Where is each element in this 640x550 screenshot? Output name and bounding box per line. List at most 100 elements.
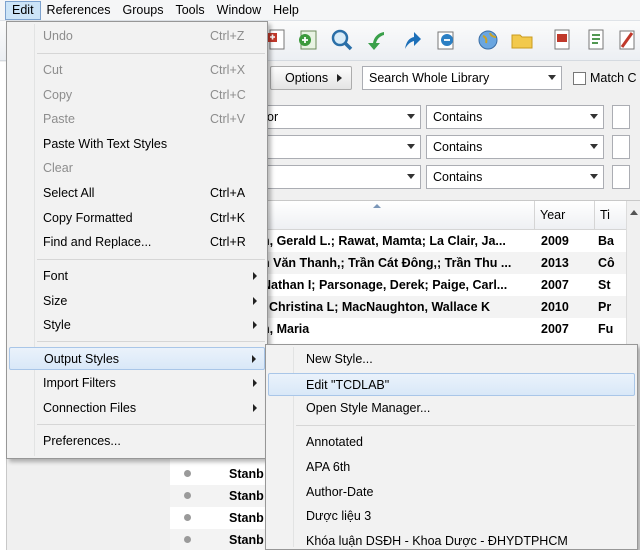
- row-year: 2013: [541, 256, 569, 270]
- menu-item-undo[interactable]: Undo Ctrl+Z: [9, 25, 265, 48]
- menu-separator: [37, 259, 265, 260]
- menu-item-label: Open Style Manager...: [306, 401, 431, 415]
- menu-item-paste[interactable]: Paste Ctrl+V: [9, 108, 265, 131]
- chevron-down-icon: [548, 75, 556, 80]
- row-author: Nathan I; Parsonage, Derek; Paige, Carl.…: [262, 278, 508, 292]
- menu-help[interactable]: Help: [267, 1, 305, 20]
- menu-item-label: Undo: [43, 29, 73, 43]
- menu-item-paste-with-text-styles[interactable]: Paste With Text Styles: [9, 133, 265, 156]
- row-year: 2007: [541, 278, 569, 292]
- menu-item-label: Style: [43, 318, 71, 332]
- menu-edit[interactable]: Edit: [5, 0, 41, 20]
- chevron-down-icon: [407, 174, 415, 179]
- column-header-year[interactable]: Year: [534, 201, 594, 230]
- menu-item-font[interactable]: Font: [9, 265, 265, 288]
- menu-item-shortcut: Ctrl+A: [210, 186, 246, 200]
- search-operator-select-1[interactable]: Contains: [426, 105, 604, 129]
- options-button[interactable]: Options: [270, 66, 352, 90]
- search-operator-select-2[interactable]: Contains: [426, 135, 604, 159]
- menu-item-style-annotated[interactable]: Annotated: [268, 431, 635, 454]
- menu-item-copy[interactable]: Copy Ctrl+C: [9, 84, 265, 107]
- menu-groups[interactable]: Groups: [116, 1, 169, 20]
- menu-item-edit-style[interactable]: Edit "TCDLAB": [268, 373, 635, 396]
- menu-bar: Edit References Groups Tools Window Help: [0, 0, 640, 21]
- match-case-checkbox[interactable]: [573, 72, 586, 85]
- row-title: Fu: [598, 322, 614, 336]
- menu-item-label: Size: [43, 294, 68, 308]
- submenu-arrow-icon: [253, 321, 257, 329]
- scroll-up-icon[interactable]: [630, 210, 638, 215]
- column-header-author[interactable]: [270, 201, 534, 230]
- find-icon[interactable]: [327, 25, 357, 55]
- row-title: St: [598, 278, 611, 292]
- menu-item-label: Clear: [43, 161, 73, 175]
- folder-icon[interactable]: [507, 25, 537, 55]
- search-field-select-1[interactable]: or: [260, 105, 421, 129]
- menu-references[interactable]: References: [41, 1, 117, 20]
- menu-item-style-author-date[interactable]: Author-Date: [268, 481, 635, 504]
- menu-item-open-style-manager[interactable]: Open Style Manager...: [268, 397, 635, 420]
- menu-item-shortcut: Ctrl+V: [210, 112, 246, 126]
- submenu-arrow-icon: [253, 272, 257, 280]
- format-icon[interactable]: [581, 25, 611, 55]
- menu-window[interactable]: Window: [211, 1, 267, 20]
- menu-item-shortcut: Ctrl+C: [210, 88, 246, 102]
- column-header-title[interactable]: Ti: [594, 201, 626, 230]
- menu-item-label: Dược liệu 3: [306, 509, 372, 523]
- insert-citation-icon[interactable]: [293, 25, 323, 55]
- menu-item-import-filters[interactable]: Import Filters: [9, 372, 265, 395]
- menu-item-label: Edit "TCDLAB": [306, 378, 390, 392]
- online-search-icon[interactable]: [473, 25, 503, 55]
- read-status-icon: [184, 492, 191, 499]
- search-term-input-1[interactable]: [612, 105, 630, 129]
- menu-tools[interactable]: Tools: [169, 1, 210, 20]
- menu-item-label: Cut: [43, 63, 63, 77]
- row-author: , Christina L; MacNaughton, Wallace K: [262, 300, 491, 314]
- menu-item-size[interactable]: Size: [9, 290, 265, 313]
- menu-item-clear[interactable]: Clear: [9, 157, 265, 180]
- menu-item-shortcut: Ctrl+Z: [210, 29, 245, 43]
- edit-menu: Undo Ctrl+Z Cut Ctrl+X Copy Ctrl+C Paste…: [6, 21, 268, 459]
- menu-item-select-all[interactable]: Select All Ctrl+A: [9, 182, 265, 205]
- menu-item-preferences[interactable]: Preferences...: [9, 430, 265, 453]
- chevron-down-icon: [407, 114, 415, 119]
- search-operator-select-3[interactable]: Contains: [426, 165, 604, 189]
- read-status-icon: [184, 536, 191, 543]
- menu-item-style-apa[interactable]: APA 6th: [268, 456, 635, 479]
- menu-item-cut[interactable]: Cut Ctrl+X: [9, 59, 265, 82]
- menu-item-label: Annotated: [306, 435, 363, 449]
- forward-icon[interactable]: [397, 25, 427, 55]
- menu-item-output-styles[interactable]: Output Styles: [9, 347, 265, 370]
- search-field-select-3[interactable]: [260, 165, 421, 189]
- search-scope-select[interactable]: Search Whole Library: [362, 66, 562, 90]
- search-field-select-2[interactable]: [260, 135, 421, 159]
- sync-icon[interactable]: [431, 25, 461, 55]
- menu-item-style-khoa-luan[interactable]: Khóa luận DSĐH - Khoa Dược - ĐHYDTPHCM: [268, 530, 635, 550]
- menu-item-new-style[interactable]: New Style...: [268, 348, 635, 371]
- search-operator-value-1: Contains: [433, 110, 483, 124]
- menu-item-style-duoc-lieu[interactable]: Dược liệu 3: [268, 505, 635, 528]
- row-title: Pr: [598, 300, 612, 314]
- menu-item-copy-formatted[interactable]: Copy Formatted Ctrl+K: [9, 207, 265, 230]
- menu-item-style[interactable]: Style: [9, 314, 265, 337]
- menu-item-label: Import Filters: [43, 376, 116, 390]
- menu-item-shortcut: Ctrl+X: [210, 63, 246, 77]
- read-status-icon: [184, 470, 191, 477]
- menu-item-label: Paste: [43, 112, 75, 126]
- menu-item-label: Paste With Text Styles: [43, 137, 168, 151]
- chevron-down-icon: [407, 144, 415, 149]
- row-author: n Văn Thanh,; Trần Cát Đông,; Trần Thu .…: [262, 256, 512, 270]
- search-term-input-2[interactable]: [612, 135, 630, 159]
- submenu-arrow-icon: [253, 297, 257, 305]
- search-term-input-3[interactable]: [612, 165, 630, 189]
- menu-item-connection-files[interactable]: Connection Files: [9, 397, 265, 420]
- submenu-arrow-icon: [252, 355, 256, 363]
- back-icon[interactable]: [362, 25, 392, 55]
- row-year: 2007: [541, 322, 569, 336]
- chevron-right-icon: [337, 74, 342, 82]
- output-style-icon[interactable]: [612, 25, 640, 55]
- menu-item-find-and-replace[interactable]: Find and Replace... Ctrl+R: [9, 231, 265, 254]
- pdf-icon[interactable]: [547, 25, 577, 55]
- sort-ascending-icon: [373, 204, 381, 208]
- options-label: Options: [285, 71, 329, 85]
